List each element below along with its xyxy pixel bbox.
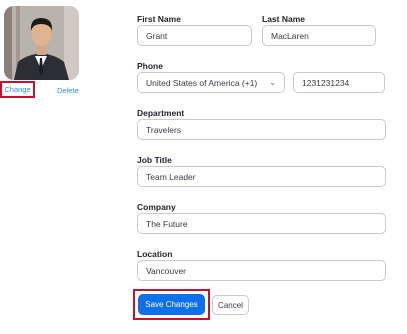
job-title-input[interactable]: Team Leader — [137, 166, 386, 187]
last-name-value: MacLaren — [271, 30, 309, 41]
location-input[interactable]: Vancouver — [137, 260, 386, 281]
save-changes-highlight: Save Changes — [133, 289, 210, 320]
phone-label: Phone — [137, 61, 163, 71]
chevron-down-icon: ⌄ — [269, 78, 276, 87]
last-name-input[interactable]: MacLaren — [262, 25, 376, 46]
first-name-label: First Name — [137, 14, 181, 24]
change-photo-button[interactable]: Change — [0, 81, 35, 98]
cancel-button[interactable]: Cancel — [212, 295, 249, 315]
phone-number-input[interactable]: 1231231234 — [293, 72, 385, 93]
company-value: The Future — [146, 218, 188, 229]
last-name-label: Last Name — [262, 14, 305, 24]
change-photo-label: Change — [4, 85, 31, 94]
location-label: Location — [137, 249, 173, 259]
save-changes-label: Save Changes — [145, 300, 198, 309]
company-label: Company — [137, 202, 176, 212]
department-input[interactable]: Travelers — [137, 119, 386, 140]
department-value: Travelers — [146, 124, 182, 135]
company-input[interactable]: The Future — [137, 213, 386, 234]
country-code-value: United States of America (+1) — [146, 77, 258, 88]
delete-photo-button[interactable]: Delete — [57, 86, 79, 95]
profile-avatar — [4, 6, 79, 80]
job-title-value: Team Leader — [146, 171, 196, 182]
country-code-select[interactable]: United States of America (+1) ⌄ — [137, 72, 285, 93]
first-name-value: Grant — [146, 30, 168, 41]
cancel-label: Cancel — [218, 300, 243, 310]
location-value: Vancouver — [146, 265, 187, 276]
department-label: Department — [137, 108, 185, 118]
first-name-input[interactable]: Grant — [137, 25, 252, 46]
job-title-label: Job Title — [137, 155, 172, 165]
save-changes-button[interactable]: Save Changes — [138, 294, 205, 315]
phone-number-value: 1231231234 — [302, 77, 350, 88]
